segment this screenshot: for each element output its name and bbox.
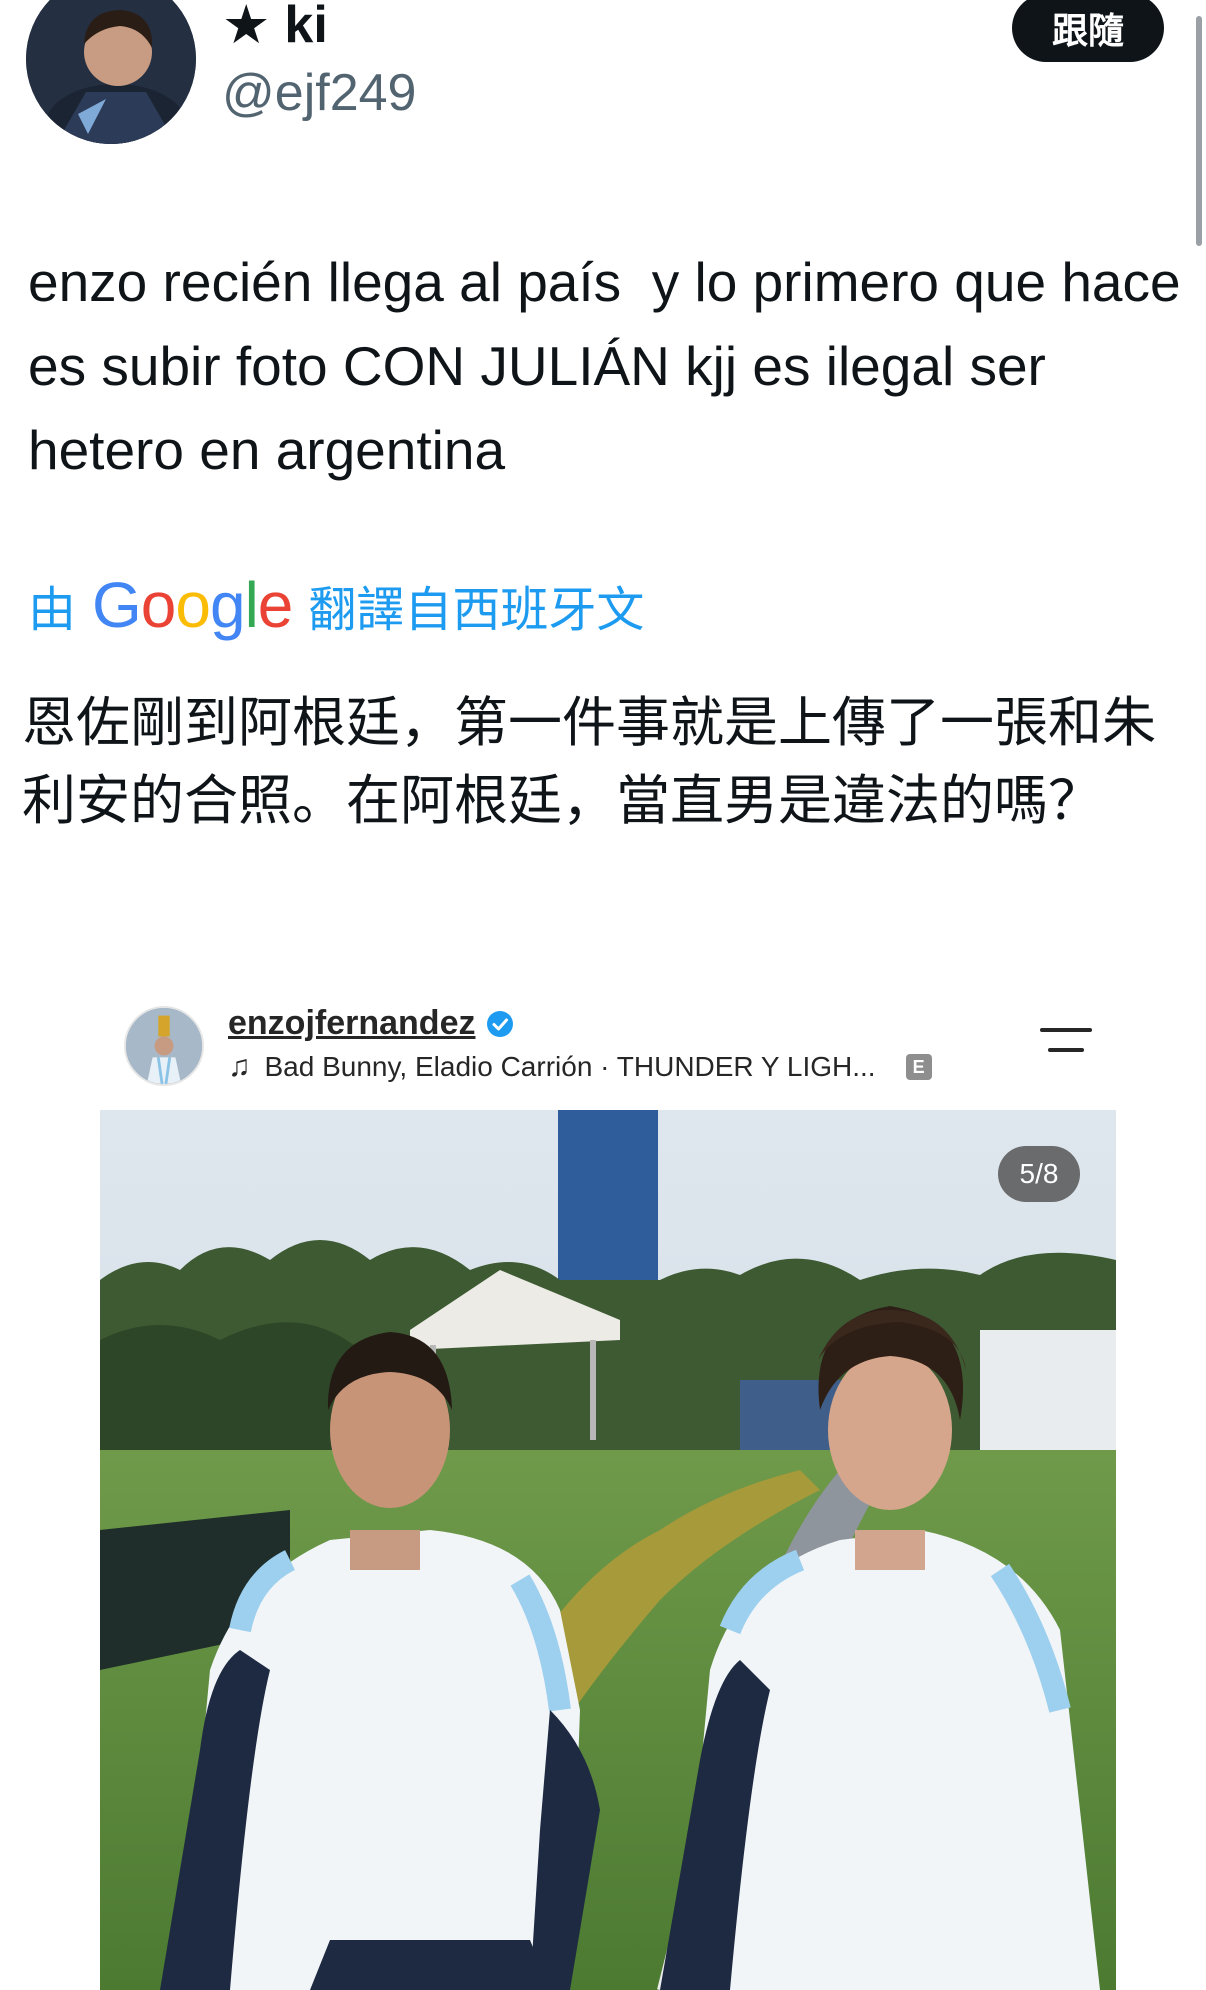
translated-text: 恩佐剛到阿根廷，第一件事就是上傳了一張和朱利安的合照。在阿根廷，當直男是違法的嗎… xyxy=(22,691,1156,832)
tweet-text: enzo recién llega al país y lo primero q… xyxy=(28,251,1196,481)
verified-badge-icon xyxy=(487,1010,514,1037)
translation-prefix: 由 xyxy=(28,582,77,638)
embedded-photo[interactable]: 5/8 xyxy=(100,1110,1116,1990)
user-avatar[interactable] xyxy=(26,0,196,144)
star-icon: ★ xyxy=(222,0,271,55)
user-handle[interactable]: @ejf249 xyxy=(222,62,416,124)
embed-music-info[interactable]: ♫ Bad Bunny, Eladio Carrión · THUNDER Y … xyxy=(228,1050,932,1084)
follow-button[interactable]: 跟隨 xyxy=(1012,0,1164,62)
music-note-icon: ♫ xyxy=(228,1050,251,1083)
embed-username[interactable]: enzojfernandez xyxy=(228,1004,515,1043)
embed-avatar-photo xyxy=(126,1008,202,1084)
menu-icon[interactable] xyxy=(1040,1024,1092,1064)
translated-by-link[interactable]: 由 Google 翻譯自西班牙文 xyxy=(28,569,645,641)
embedded-post-header: enzojfernandez ♫ Bad Bunny, Eladio Carri… xyxy=(100,1000,1116,1110)
music-text: Bad Bunny, Eladio Carrión · THUNDER Y LI… xyxy=(264,1051,876,1082)
explicit-badge: E xyxy=(905,1054,932,1080)
scrollbar[interactable] xyxy=(1196,16,1202,246)
embed-username-text: enzojfernandez xyxy=(228,1004,476,1042)
embed-avatar[interactable] xyxy=(124,1006,204,1086)
avatar-photo xyxy=(26,0,196,144)
photo-scene xyxy=(100,1110,1116,1990)
image-counter-badge: 5/8 xyxy=(998,1146,1080,1202)
display-name-text: ki xyxy=(284,0,328,54)
google-logo: Google xyxy=(92,569,293,641)
translation-suffix: 翻譯自西班牙文 xyxy=(308,582,645,638)
display-name[interactable]: ★ ki xyxy=(222,0,328,56)
